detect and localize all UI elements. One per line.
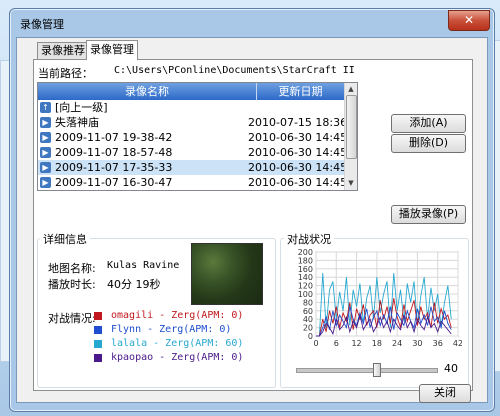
player-color-swatch xyxy=(94,326,102,334)
column-header-name[interactable]: 录像名称 xyxy=(38,83,257,100)
y-tick-label: 100 xyxy=(298,290,313,299)
x-tick-label: 18 xyxy=(372,339,382,348)
replay-name: 2010-02-25 12-53-51 xyxy=(55,190,172,191)
replay-icon: ▶ xyxy=(40,162,51,173)
x-tick-label: 24 xyxy=(392,339,402,348)
tab-panel: 当前路径： C:\Users\PConline\Documents\StarCr… xyxy=(33,59,473,391)
replay-date: 2010-06-30 14:45 xyxy=(248,131,348,144)
tab-replay-manage[interactable]: 录像管理 xyxy=(86,40,138,60)
window-client-area: 录像推荐 录像管理 当前路径： C:\Users\PConline\Docume… xyxy=(16,37,488,403)
list-row[interactable]: ▶ 2009-11-07 16-30-47 2010-06-30 14:45 xyxy=(38,175,348,190)
details-group-title: 详细信息 xyxy=(40,231,90,247)
duration-value: 40分 19秒 xyxy=(107,278,161,291)
list-row[interactable]: ▶ 失落神庙 2010-07-15 18:36 xyxy=(38,115,348,130)
player-text: lalala - Zerg(APM: 60) xyxy=(111,338,244,349)
replay-name: 2009-11-07 19-38-42 xyxy=(55,131,173,144)
replay-list[interactable]: 录像名称 更新日期 ↑ [向上一级] ▶ 失落神庙 2010-07-15 18:36 ▶ 2… xyxy=(37,82,358,191)
window-title: 录像管理 xyxy=(20,18,64,31)
play-replay-button[interactable]: 播放录像(P) xyxy=(391,205,466,224)
battle-info-label: 对战情况: xyxy=(48,312,96,325)
replay-icon: ▶ xyxy=(40,177,51,188)
list-row[interactable]: ▶ 2009-11-07 17-35-33 2010-06-30 14:45 xyxy=(38,160,348,175)
column-header-date[interactable]: 更新日期 xyxy=(257,83,344,100)
replay-name: 失落神庙 xyxy=(55,116,99,129)
y-tick-label: 20 xyxy=(303,324,313,333)
y-tick-label: 140 xyxy=(298,273,313,282)
x-tick-label: 36 xyxy=(433,339,443,348)
list-row[interactable]: ▶ 2009-11-07 19-38-42 2010-06-30 14:45 xyxy=(38,130,348,145)
x-tick-label: 0 xyxy=(313,339,318,348)
y-tick-label: 200 xyxy=(298,248,313,257)
slider-thumb[interactable] xyxy=(373,363,381,377)
y-tick-label: 0 xyxy=(308,332,313,341)
x-tick-label: 30 xyxy=(412,339,422,348)
map-name-label: 地图名称: xyxy=(48,262,96,275)
map-thumbnail xyxy=(191,243,263,305)
replay-name: 2009-11-07 17-35-33 xyxy=(55,161,173,174)
replay-date: 2010-06-30 14:45 xyxy=(248,161,348,174)
player-color-swatch xyxy=(94,312,102,320)
y-tick-label: 40 xyxy=(303,315,313,324)
replay-date: 2010-06-25 12:53 xyxy=(248,190,347,191)
list-row[interactable]: ▶ 2009-11-07 18-57-48 2010-06-30 14:45 xyxy=(38,145,348,160)
battle-status-title: 对战状况 xyxy=(284,231,334,247)
x-tick-label: 12 xyxy=(351,339,361,348)
replay-date: 2010-06-30 14:45 xyxy=(248,146,348,159)
slider-value: 40 xyxy=(444,362,458,375)
list-row[interactable]: ↑ [向上一级] xyxy=(38,100,344,115)
y-tick-label: 80 xyxy=(303,298,313,307)
player-text: Flynn - Zerg(APM: 0) xyxy=(111,324,232,335)
list-row[interactable]: ▶2010-02-25 12-53-512010-06-25 12:53 xyxy=(38,190,344,191)
path-label: 当前路径： xyxy=(38,67,93,80)
scrollbar-thumb[interactable] xyxy=(346,95,357,159)
delete-button[interactable]: 删除(D) xyxy=(391,134,466,153)
replay-date: 2010-06-30 14:45 xyxy=(248,176,348,189)
replay-icon: ▶ xyxy=(40,147,51,158)
x-tick-label: 42 xyxy=(453,339,462,348)
apm-line-chart: 020406080100120140160180200 0 6 12 18 24 30 36 4… xyxy=(298,248,462,348)
replay-manager-window: 录像管理 ✕ 录像推荐 录像管理 当前路径： C:\Users\PConline… xyxy=(9,8,495,412)
title-bar[interactable]: 录像管理 ✕ xyxy=(10,9,494,37)
y-tick-label: 120 xyxy=(298,282,313,291)
path-value: C:\Users\PConline\Documents\StarCraft II xyxy=(114,65,355,76)
list-rows: ↑ [向上一级] ▶ 失落神庙 2010-07-15 18:36 ▶ 2009-11-07 … xyxy=(38,100,348,191)
player-text: omagili - Zerg(APM: 0) xyxy=(111,310,244,321)
close-button[interactable]: 关闭 xyxy=(419,384,471,403)
replay-name: 2009-11-07 18-57-48 xyxy=(55,146,173,159)
player-color-swatch xyxy=(94,340,102,348)
replay-date: 2010-07-15 18:36 xyxy=(248,116,348,129)
list-scrollbar[interactable]: ▲ ▼ xyxy=(344,83,357,190)
close-icon: ✕ xyxy=(463,13,475,27)
replay-icon: ▶ xyxy=(40,132,51,143)
y-tick-label: 180 xyxy=(298,256,313,265)
up-folder-icon: ↑ xyxy=(40,102,51,113)
replay-name: [向上一级] xyxy=(55,101,108,114)
y-tick-label: 160 xyxy=(298,265,313,274)
scroll-down-icon[interactable]: ▼ xyxy=(346,178,356,188)
player-text: kpaopao - Zerg(APM: 0) xyxy=(111,352,244,363)
duration-label: 播放时长: xyxy=(48,278,96,291)
replay-icon: ▶ xyxy=(40,117,51,128)
replay-name: 2009-11-07 16-30-47 xyxy=(55,176,173,189)
scroll-up-icon[interactable]: ▲ xyxy=(346,84,356,94)
map-name-value: Kulas Ravine xyxy=(107,260,180,271)
y-tick-label: 60 xyxy=(303,307,313,316)
add-button[interactable]: 添加(A) xyxy=(391,114,466,133)
window-close-button[interactable]: ✕ xyxy=(448,10,490,31)
list-header: 录像名称 更新日期 xyxy=(38,83,344,100)
x-tick-label: 6 xyxy=(334,339,339,348)
tab-replay-recommend[interactable]: 录像推荐 xyxy=(37,42,89,59)
time-slider[interactable] xyxy=(296,363,438,377)
player-color-swatch xyxy=(94,354,102,362)
